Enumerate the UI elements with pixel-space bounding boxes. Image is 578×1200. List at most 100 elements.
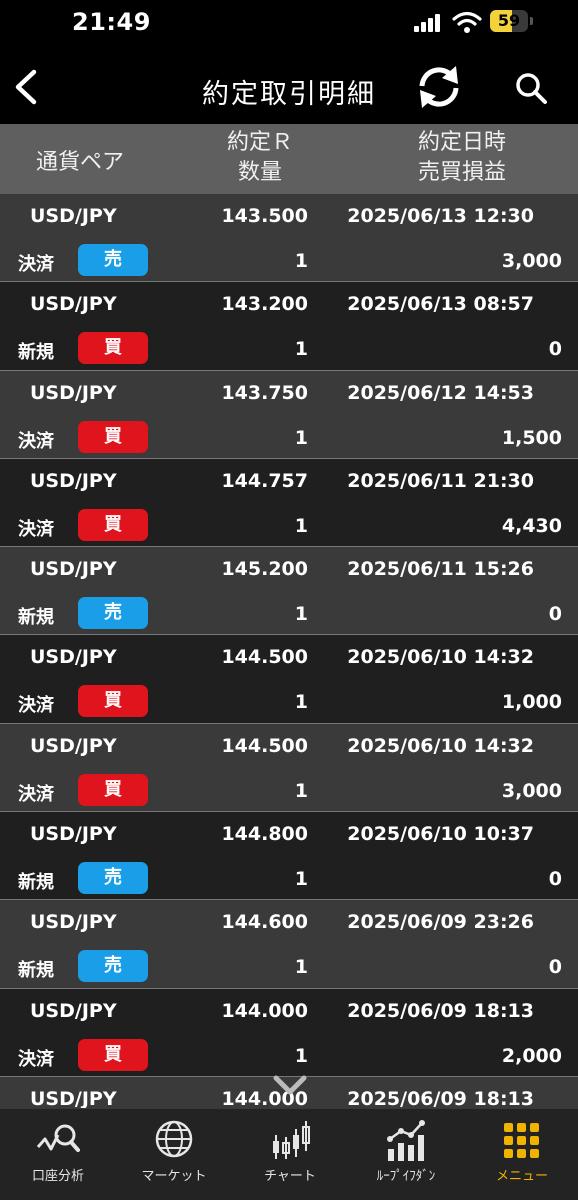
back-chevron-icon[interactable] xyxy=(8,64,48,110)
status-bar: 21:49 59 xyxy=(0,0,578,50)
trade-list[interactable]: USD/JPY 143.500 2025/06/13 12:30 決済 売 1 … xyxy=(0,194,578,1108)
sell-badge: 売 xyxy=(78,950,148,983)
trade-pnl: 0 xyxy=(548,603,562,626)
tab-market[interactable]: マーケット xyxy=(116,1109,232,1200)
tab-label: ﾙｰﾌﾟｲﾌﾀﾞﾝ xyxy=(376,1169,436,1184)
trade-rate: 143.500 xyxy=(221,205,308,227)
trade-row[interactable]: USD/JPY 144.757 2025/06/11 21:30 決済 買 1 … xyxy=(0,458,578,548)
trade-qty: 1 xyxy=(294,426,308,449)
trade-pair: USD/JPY xyxy=(30,558,117,581)
trade-kind: 決済 xyxy=(18,695,54,717)
trade-kind: 決済 xyxy=(18,254,54,275)
trade-qty: 1 xyxy=(294,514,308,537)
trade-pnl: 0 xyxy=(548,338,562,361)
trade-datetime: 2025/06/09 23:26 xyxy=(347,911,534,934)
trade-pair: USD/JPY xyxy=(30,205,117,227)
globe-icon xyxy=(155,1120,193,1158)
cellular-signal-icon xyxy=(414,14,444,32)
sell-badge: 売 xyxy=(78,244,148,276)
trade-row[interactable]: USD/JPY 145.200 2025/06/11 15:26 新規 売 1 … xyxy=(0,547,578,636)
nav-bar: 約定取引明細 xyxy=(0,50,578,124)
trade-row[interactable]: USD/JPY 144.800 2025/06/10 10:37 新規 売 1 … xyxy=(0,812,578,901)
trade-row[interactable]: USD/JPY 143.750 2025/06/12 14:53 決済 買 1 … xyxy=(0,370,578,459)
trade-kind: 新規 xyxy=(18,872,54,894)
tab-account-analysis[interactable]: 口座分析 xyxy=(0,1109,116,1200)
column-qty-label: 数量 xyxy=(237,160,282,185)
trade-rate: 144.500 xyxy=(221,734,308,757)
trade-kind: 決済 xyxy=(18,518,54,540)
trade-pair: USD/JPY xyxy=(30,381,117,404)
status-time: 21:49 xyxy=(72,8,151,36)
account-analysis-icon xyxy=(36,1124,80,1152)
page-title: 約定取引明細 xyxy=(202,79,376,110)
trade-pair: USD/JPY xyxy=(30,1087,117,1108)
scroll-down-chevron-icon[interactable] xyxy=(272,1074,308,1098)
tab-label: マーケット xyxy=(141,1169,207,1184)
trade-qty: 1 xyxy=(294,603,308,626)
trade-rate: 144.757 xyxy=(221,469,308,492)
trade-pair: USD/JPY xyxy=(30,734,117,757)
trade-datetime: 2025/06/13 12:30 xyxy=(347,205,534,227)
refresh-icon[interactable] xyxy=(412,64,466,110)
trade-qty: 1 xyxy=(294,956,308,979)
buy-badge: 買 xyxy=(78,773,148,806)
trade-row[interactable]: USD/JPY 143.500 2025/06/13 12:30 決済 売 1 … xyxy=(0,194,578,283)
tab-menu[interactable]: メニュー xyxy=(464,1109,578,1200)
trade-qty: 1 xyxy=(294,691,308,714)
tab-label: チャート xyxy=(264,1169,316,1184)
trade-row[interactable]: USD/JPY 144.500 2025/06/10 14:32 決済 買 1 … xyxy=(0,635,578,724)
trade-qty: 1 xyxy=(294,338,308,361)
trade-pair: USD/JPY xyxy=(30,911,117,934)
trade-qty: 1 xyxy=(294,250,308,272)
buy-badge: 買 xyxy=(78,1038,148,1071)
trade-datetime: 2025/06/10 14:32 xyxy=(347,646,534,669)
column-pnl-label: 売買損益 xyxy=(417,160,506,185)
trade-rate: 144.000 xyxy=(221,999,308,1022)
trade-pnl: 0 xyxy=(548,956,562,979)
trade-pnl: 3,000 xyxy=(501,779,562,802)
trade-kind: 決済 xyxy=(18,783,54,805)
trade-pair: USD/JPY xyxy=(30,823,117,846)
trade-pair: USD/JPY xyxy=(30,646,117,669)
trade-rate: 143.750 xyxy=(221,381,308,404)
tab-label: メニュー xyxy=(495,1169,548,1184)
trade-qty: 1 xyxy=(294,779,308,802)
trade-pair: USD/JPY xyxy=(30,293,117,316)
sell-badge: 売 xyxy=(78,597,148,630)
candlestick-chart-icon xyxy=(273,1121,310,1159)
battery-cap xyxy=(530,17,533,25)
search-icon[interactable] xyxy=(510,68,554,108)
column-rate-qty: 約定Ｒ 数量 xyxy=(200,128,320,188)
trade-row[interactable]: USD/JPY 143.200 2025/06/13 08:57 新規 買 1 … xyxy=(0,282,578,371)
trade-row[interactable]: USD/JPY 144.000 2025/06/09 18:13 決済 買 1 … xyxy=(0,988,578,1077)
trade-datetime: 2025/06/12 14:53 xyxy=(347,381,534,404)
column-pair-label: 通貨ペア xyxy=(36,150,125,175)
sell-badge: 売 xyxy=(78,862,148,895)
trade-datetime: 2025/06/13 08:57 xyxy=(347,293,534,316)
column-datetime-pnl: 約定日時 売買損益 xyxy=(382,128,542,188)
trade-datetime: 2025/06/10 14:32 xyxy=(347,734,534,757)
trade-datetime: 2025/06/09 18:13 xyxy=(347,999,534,1022)
trade-rate: 145.200 xyxy=(221,558,308,581)
tab-chart[interactable]: チャート xyxy=(232,1109,348,1200)
trade-qty: 1 xyxy=(294,868,308,891)
buy-badge: 買 xyxy=(78,508,148,541)
tab-label: 口座分析 xyxy=(31,1169,84,1184)
trade-kind: 新規 xyxy=(18,960,54,982)
trade-pnl: 3,000 xyxy=(501,250,562,272)
wifi-icon xyxy=(452,11,482,33)
tab-bar: 口座分析 マーケット チャート ﾙｰﾌﾟｲﾌﾀﾞﾝ メニュー xyxy=(0,1108,578,1200)
battery-level: 59 xyxy=(497,11,521,30)
trade-rate: 144.500 xyxy=(221,646,308,669)
buy-badge: 買 xyxy=(78,420,148,453)
tab-loop-ifdone[interactable]: ﾙｰﾌﾟｲﾌﾀﾞﾝ xyxy=(348,1109,464,1200)
trade-row[interactable]: USD/JPY 144.500 2025/06/10 14:32 決済 買 1 … xyxy=(0,723,578,813)
trade-pnl: 2,000 xyxy=(501,1044,562,1067)
trade-kind: 決済 xyxy=(18,430,54,452)
trade-datetime: 2025/06/11 21:30 xyxy=(347,469,534,492)
trade-kind: 決済 xyxy=(18,1048,54,1070)
trade-rate: 143.200 xyxy=(221,293,308,316)
column-rate-label: 約定Ｒ xyxy=(226,130,293,155)
trade-row[interactable]: USD/JPY 144.600 2025/06/09 23:26 新規 売 1 … xyxy=(0,900,578,989)
trade-datetime: 2025/06/11 15:26 xyxy=(347,558,534,581)
